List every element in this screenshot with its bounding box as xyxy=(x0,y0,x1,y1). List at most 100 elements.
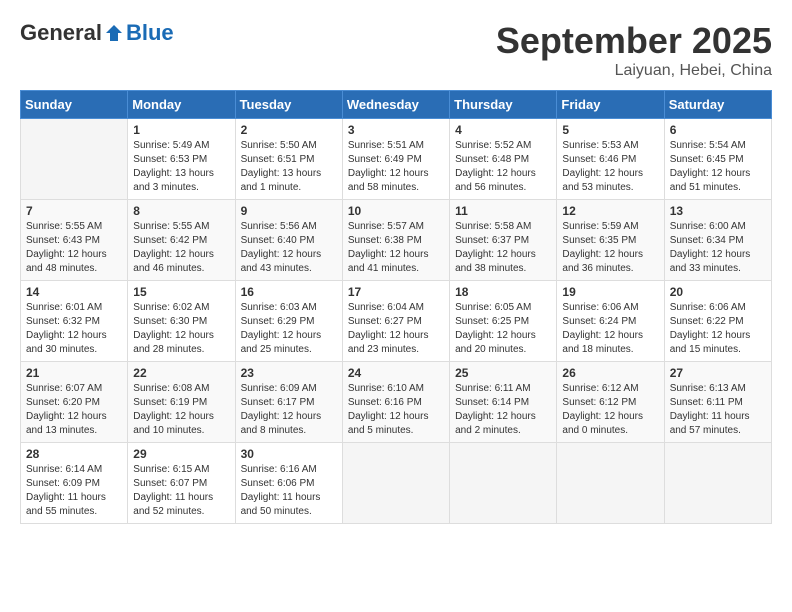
day-info: Sunrise: 5:56 AM Sunset: 6:40 PM Dayligh… xyxy=(241,220,337,276)
day-info: Sunrise: 6:00 AM Sunset: 6:34 PM Dayligh… xyxy=(670,220,766,276)
logo-general: General xyxy=(20,20,102,46)
calendar-cell: 25 Sunrise: 6:11 AM Sunset: 6:14 PM Dayli… xyxy=(450,362,557,443)
day-number: 16 xyxy=(241,285,337,299)
day-info: Sunrise: 6:13 AM Sunset: 6:11 PM Dayligh… xyxy=(670,382,766,438)
calendar-cell xyxy=(664,443,771,524)
day-number: 26 xyxy=(562,366,658,380)
day-info: Sunrise: 6:12 AM Sunset: 6:12 PM Dayligh… xyxy=(562,382,658,438)
calendar-cell xyxy=(21,119,128,200)
day-info: Sunrise: 6:11 AM Sunset: 6:14 PM Dayligh… xyxy=(455,382,551,438)
calendar-cell: 3 Sunrise: 5:51 AM Sunset: 6:49 PM Daylig… xyxy=(342,119,449,200)
day-number: 7 xyxy=(26,204,122,218)
calendar-cell: 26 Sunrise: 6:12 AM Sunset: 6:12 PM Dayli… xyxy=(557,362,664,443)
logo: General Blue xyxy=(20,20,174,46)
calendar-cell: 12Sunrise: 5:59 AM Sunset: 6:35 PM Dayli… xyxy=(557,200,664,281)
day-number: 12 xyxy=(562,204,658,218)
day-number: 19 xyxy=(562,285,658,299)
day-number: 25 xyxy=(455,366,551,380)
calendar-cell: 8 Sunrise: 5:55 AM Sunset: 6:42 PM Daylig… xyxy=(128,200,235,281)
day-info: Sunrise: 6:05 AM Sunset: 6:25 PM Dayligh… xyxy=(455,301,551,357)
day-info: Sunrise: 6:15 AM Sunset: 6:07 PM Dayligh… xyxy=(133,463,229,519)
calendar-cell: 22Sunrise: 6:08 AM Sunset: 6:19 PM Dayli… xyxy=(128,362,235,443)
calendar-week-row: 1 Sunrise: 5:49 AM Sunset: 6:53 PM Daylig… xyxy=(21,119,772,200)
calendar-cell: 11Sunrise: 5:58 AM Sunset: 6:37 PM Dayli… xyxy=(450,200,557,281)
day-number: 5 xyxy=(562,123,658,137)
day-number: 10 xyxy=(348,204,444,218)
day-number: 2 xyxy=(241,123,337,137)
calendar-header-row: SundayMondayTuesdayWednesdayThursdayFrid… xyxy=(21,91,772,119)
day-info: Sunrise: 6:06 AM Sunset: 6:22 PM Dayligh… xyxy=(670,301,766,357)
calendar-cell: 30Sunrise: 6:16 AM Sunset: 6:06 PM Dayli… xyxy=(235,443,342,524)
calendar-cell xyxy=(450,443,557,524)
calendar-cell: 2 Sunrise: 5:50 AM Sunset: 6:51 PM Daylig… xyxy=(235,119,342,200)
day-info: Sunrise: 6:16 AM Sunset: 6:06 PM Dayligh… xyxy=(241,463,337,519)
calendar-cell: 17Sunrise: 6:04 AM Sunset: 6:27 PM Dayli… xyxy=(342,281,449,362)
calendar-cell: 27 Sunrise: 6:13 AM Sunset: 6:11 PM Dayli… xyxy=(664,362,771,443)
location-subtitle: Laiyuan, Hebei, China xyxy=(496,62,772,80)
calendar-header-saturday: Saturday xyxy=(664,91,771,119)
day-info: Sunrise: 6:02 AM Sunset: 6:30 PM Dayligh… xyxy=(133,301,229,357)
calendar-cell: 4 Sunrise: 5:52 AM Sunset: 6:48 PM Daylig… xyxy=(450,119,557,200)
day-number: 9 xyxy=(241,204,337,218)
title-block: September 2025 Laiyuan, Hebei, China xyxy=(496,20,772,80)
day-info: Sunrise: 5:54 AM Sunset: 6:45 PM Dayligh… xyxy=(670,139,766,195)
calendar-header-wednesday: Wednesday xyxy=(342,91,449,119)
calendar-cell: 1 Sunrise: 5:49 AM Sunset: 6:53 PM Daylig… xyxy=(128,119,235,200)
calendar-week-row: 14Sunrise: 6:01 AM Sunset: 6:32 PM Dayli… xyxy=(21,281,772,362)
calendar-header-thursday: Thursday xyxy=(450,91,557,119)
calendar-cell: 15 Sunrise: 6:02 AM Sunset: 6:30 PM Dayli… xyxy=(128,281,235,362)
calendar-cell: 13 Sunrise: 6:00 AM Sunset: 6:34 PM Dayli… xyxy=(664,200,771,281)
day-info: Sunrise: 6:10 AM Sunset: 6:16 PM Dayligh… xyxy=(348,382,444,438)
day-info: Sunrise: 6:14 AM Sunset: 6:09 PM Dayligh… xyxy=(26,463,122,519)
calendar-cell: 21 Sunrise: 6:07 AM Sunset: 6:20 PM Dayli… xyxy=(21,362,128,443)
calendar-cell: 29Sunrise: 6:15 AM Sunset: 6:07 PM Dayli… xyxy=(128,443,235,524)
day-info: Sunrise: 5:57 AM Sunset: 6:38 PM Dayligh… xyxy=(348,220,444,276)
calendar-cell: 10 Sunrise: 5:57 AM Sunset: 6:38 PM Dayli… xyxy=(342,200,449,281)
day-number: 15 xyxy=(133,285,229,299)
calendar-header-monday: Monday xyxy=(128,91,235,119)
calendar-cell xyxy=(342,443,449,524)
calendar-cell: 7 Sunrise: 5:55 AM Sunset: 6:43 PM Daylig… xyxy=(21,200,128,281)
calendar-cell: 28 Sunrise: 6:14 AM Sunset: 6:09 PM Dayli… xyxy=(21,443,128,524)
day-info: Sunrise: 5:50 AM Sunset: 6:51 PM Dayligh… xyxy=(241,139,337,195)
day-info: Sunrise: 6:01 AM Sunset: 6:32 PM Dayligh… xyxy=(26,301,122,357)
calendar-cell: 14Sunrise: 6:01 AM Sunset: 6:32 PM Dayli… xyxy=(21,281,128,362)
day-number: 27 xyxy=(670,366,766,380)
day-number: 18 xyxy=(455,285,551,299)
day-info: Sunrise: 5:55 AM Sunset: 6:43 PM Dayligh… xyxy=(26,220,122,276)
day-info: Sunrise: 6:03 AM Sunset: 6:29 PM Dayligh… xyxy=(241,301,337,357)
day-info: Sunrise: 6:04 AM Sunset: 6:27 PM Dayligh… xyxy=(348,301,444,357)
day-number: 1 xyxy=(133,123,229,137)
day-info: Sunrise: 5:51 AM Sunset: 6:49 PM Dayligh… xyxy=(348,139,444,195)
day-info: Sunrise: 5:49 AM Sunset: 6:53 PM Dayligh… xyxy=(133,139,229,195)
logo-icon xyxy=(104,23,124,43)
day-info: Sunrise: 5:55 AM Sunset: 6:42 PM Dayligh… xyxy=(133,220,229,276)
day-number: 28 xyxy=(26,447,122,461)
calendar-cell: 6Sunrise: 5:54 AM Sunset: 6:45 PM Daylig… xyxy=(664,119,771,200)
calendar-header-friday: Friday xyxy=(557,91,664,119)
day-number: 3 xyxy=(348,123,444,137)
calendar-week-row: 21 Sunrise: 6:07 AM Sunset: 6:20 PM Dayli… xyxy=(21,362,772,443)
day-number: 13 xyxy=(670,204,766,218)
logo-blue: Blue xyxy=(126,20,174,46)
calendar-header-sunday: Sunday xyxy=(21,91,128,119)
day-number: 24 xyxy=(348,366,444,380)
day-info: Sunrise: 6:08 AM Sunset: 6:19 PM Dayligh… xyxy=(133,382,229,438)
day-info: Sunrise: 6:09 AM Sunset: 6:17 PM Dayligh… xyxy=(241,382,337,438)
day-number: 21 xyxy=(26,366,122,380)
day-number: 11 xyxy=(455,204,551,218)
day-info: Sunrise: 6:06 AM Sunset: 6:24 PM Dayligh… xyxy=(562,301,658,357)
day-number: 20 xyxy=(670,285,766,299)
day-info: Sunrise: 5:52 AM Sunset: 6:48 PM Dayligh… xyxy=(455,139,551,195)
calendar-cell: 18 Sunrise: 6:05 AM Sunset: 6:25 PM Dayli… xyxy=(450,281,557,362)
calendar-cell: 19 Sunrise: 6:06 AM Sunset: 6:24 PM Dayli… xyxy=(557,281,664,362)
day-info: Sunrise: 6:07 AM Sunset: 6:20 PM Dayligh… xyxy=(26,382,122,438)
month-title: September 2025 xyxy=(496,20,772,62)
calendar-cell: 20 Sunrise: 6:06 AM Sunset: 6:22 PM Dayli… xyxy=(664,281,771,362)
day-number: 8 xyxy=(133,204,229,218)
calendar-week-row: 28 Sunrise: 6:14 AM Sunset: 6:09 PM Dayli… xyxy=(21,443,772,524)
day-number: 4 xyxy=(455,123,551,137)
calendar-cell: 5Sunrise: 5:53 AM Sunset: 6:46 PM Daylig… xyxy=(557,119,664,200)
calendar-header-tuesday: Tuesday xyxy=(235,91,342,119)
page-header: General Blue September 2025 Laiyuan, Heb… xyxy=(20,20,772,80)
